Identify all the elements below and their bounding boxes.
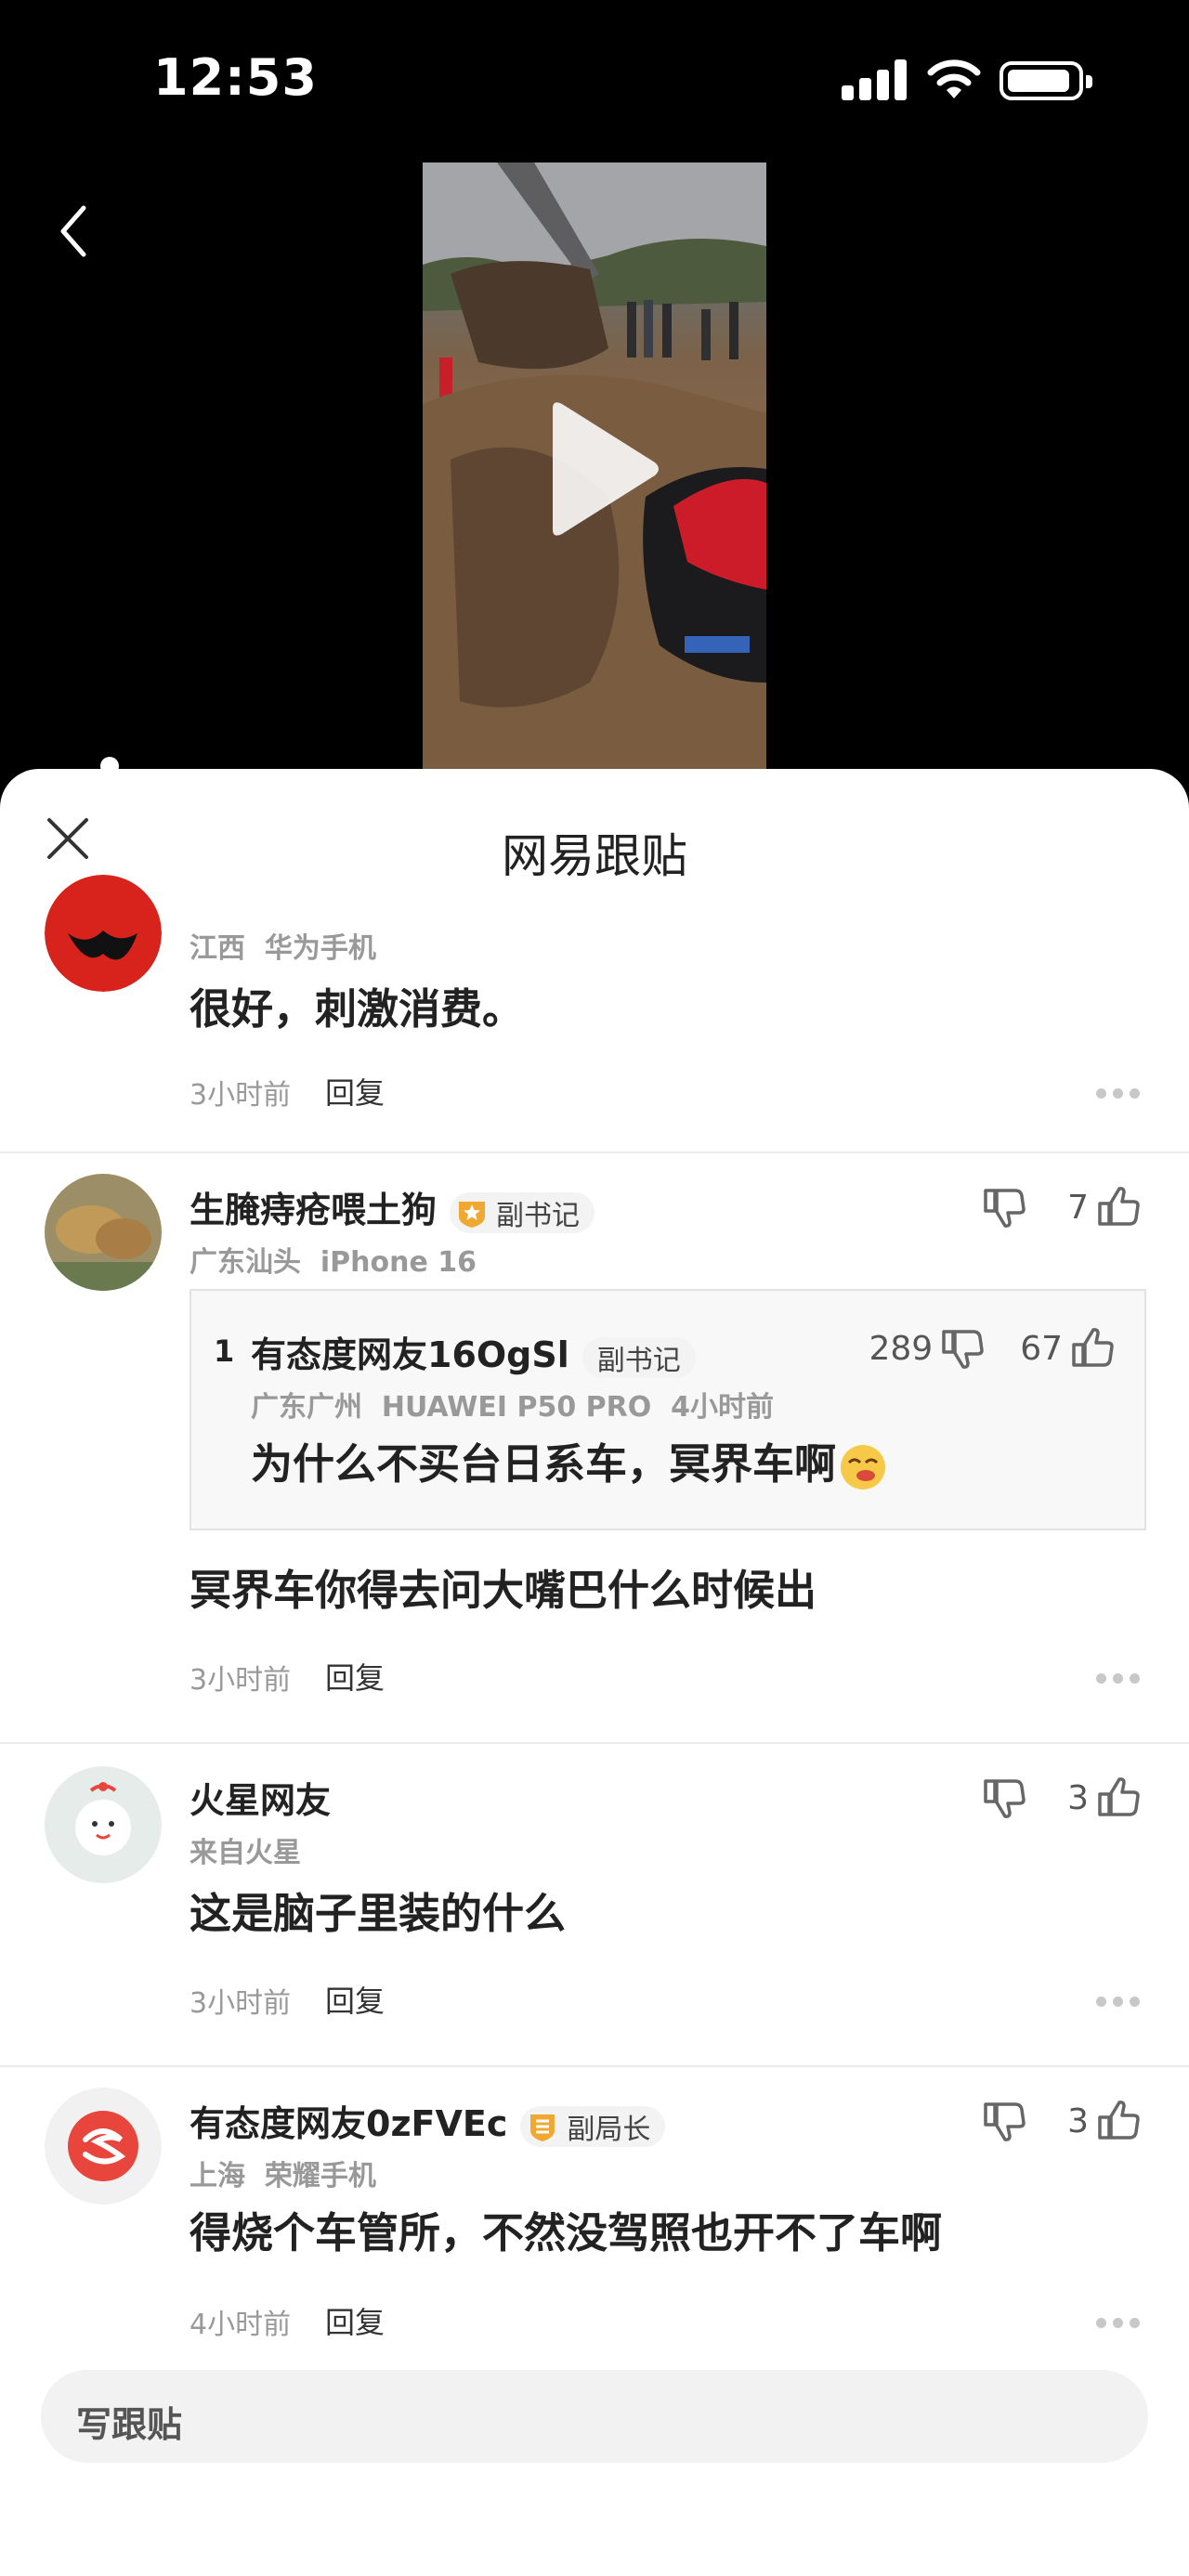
wifi-icon: [927, 59, 981, 98]
comment-time: 3小时前: [189, 1987, 292, 2020]
vote-controls: 7: [980, 1181, 1143, 1233]
more-icon[interactable]: [1096, 1673, 1141, 1685]
avatar[interactable]: [45, 1766, 162, 1883]
like-count: 3: [1067, 2101, 1089, 2140]
avatar[interactable]: [45, 1174, 162, 1291]
reply-button[interactable]: 回复: [325, 1655, 385, 1698]
write-comment-placeholder: 写跟贴: [76, 2404, 183, 2445]
comment-time: 3小时前: [189, 1664, 292, 1697]
comment-item: 有态度网友0zFVEc 副局长 上海 荣耀手机 3 得烧个车管所，不然没驾照也开不…: [0, 2067, 1189, 2374]
home-area: [0, 2533, 1189, 2576]
comment-item: 火星网友 来自火星 3 这是脑子里装的什么 3小时前 回复: [0, 1744, 1189, 2067]
comment-meta: 来自火星: [189, 1837, 301, 1869]
battery-icon: [1000, 61, 1092, 100]
vote-controls: 3: [980, 2095, 1143, 2147]
comments-sheet: 网易跟贴 江西 华为手机 很好，刺激消费。 3小时前 回复 生腌痔疮喂土狗 副书记…: [0, 769, 1189, 2576]
video-player[interactable]: [0, 158, 1189, 789]
write-comment-input[interactable]: 写跟贴: [41, 2370, 1148, 2463]
quote-meta: 广东广州 HUAWEI P50 PRO 4小时前: [251, 1391, 775, 1424]
comment-text: 这是脑子里装的什么: [189, 1889, 567, 1938]
rank-badge: 副书记: [581, 1336, 696, 1378]
comment-text: 冥界车你得去问大嘴巴什么时候出: [189, 1566, 817, 1615]
reply-button[interactable]: 回复: [325, 1978, 385, 2021]
reply-button[interactable]: 回复: [325, 1070, 385, 1112]
reply-button[interactable]: 回复: [325, 2299, 385, 2342]
comment-time: 4小时前: [189, 2309, 292, 2341]
vote-controls: 3: [980, 1772, 1143, 1824]
comment-time: 3小时前: [189, 1079, 292, 1112]
quote-username[interactable]: 有态度网友16OgSl 副书记: [251, 1326, 696, 1378]
comment-meta: 江西 华为手机: [189, 932, 376, 965]
avatar[interactable]: [45, 2088, 162, 2205]
dizzy-face-emoji-icon: [841, 1445, 886, 1490]
thumbs-up-icon[interactable]: [1094, 2097, 1143, 2145]
comment-username[interactable]: 有态度网友0zFVEc 副局长: [189, 2095, 666, 2147]
thumbs-down-icon[interactable]: [980, 1774, 1028, 1822]
play-icon[interactable]: [534, 399, 664, 539]
thumbs-up-icon[interactable]: [1094, 1183, 1143, 1231]
rank-badge: 副局长: [520, 2105, 666, 2147]
star-badge-icon: [459, 1201, 486, 1228]
thumbs-down-icon[interactable]: [980, 2097, 1028, 2145]
dislike-count: 289: [869, 1329, 934, 1368]
more-icon[interactable]: [1096, 2318, 1141, 2329]
like-count: 3: [1067, 1778, 1089, 1817]
cellular-signal-icon: [842, 59, 907, 100]
quoted-comment[interactable]: 1 有态度网友16OgSl 副书记 289 67 广东广州 HUAWEI P50 …: [189, 1289, 1146, 1530]
comment-text: 得烧个车管所，不然没驾照也开不了车啊: [189, 2208, 943, 2257]
like-count: 67: [1020, 1329, 1063, 1368]
thumbs-down-icon[interactable]: [980, 1183, 1028, 1231]
thumbs-up-icon[interactable]: [1068, 1324, 1117, 1373]
comment-username[interactable]: 火星网友: [189, 1772, 331, 1823]
status-bar: 12:53: [0, 0, 1189, 158]
avatar[interactable]: [45, 875, 162, 992]
comment-meta: 上海 荣耀手机: [189, 2160, 376, 2192]
like-count: 7: [1067, 1188, 1089, 1227]
quote-index: 1: [214, 1334, 235, 1369]
thumbs-up-icon[interactable]: [1094, 1774, 1143, 1822]
comment-item: 生腌痔疮喂土狗 副书记 广东汕头 iPhone 16 7 1 有态度网友16OgS…: [0, 1153, 1189, 1744]
comment-item: 江西 华为手机 很好，刺激消费。 3小时前 回复: [0, 769, 1189, 1153]
more-icon[interactable]: [1096, 1088, 1141, 1099]
status-time: 12:53: [153, 48, 318, 107]
quote-vote-controls: 289 67: [869, 1324, 1117, 1373]
quote-text: 为什么不买台日系车，冥界车啊: [251, 1430, 888, 1492]
rank-badge: 副书记: [450, 1191, 595, 1233]
layers-badge-icon: [530, 2114, 555, 2141]
comment-username[interactable]: 生腌痔疮喂土狗 副书记: [189, 1181, 595, 1233]
more-icon[interactable]: [1096, 1997, 1141, 2008]
back-arrow-icon[interactable]: [46, 199, 102, 264]
thumbs-down-icon[interactable]: [938, 1324, 986, 1373]
comment-meta: 广东汕头 iPhone 16: [189, 1246, 477, 1279]
comment-text: 很好，刺激消费。: [189, 984, 525, 1034]
